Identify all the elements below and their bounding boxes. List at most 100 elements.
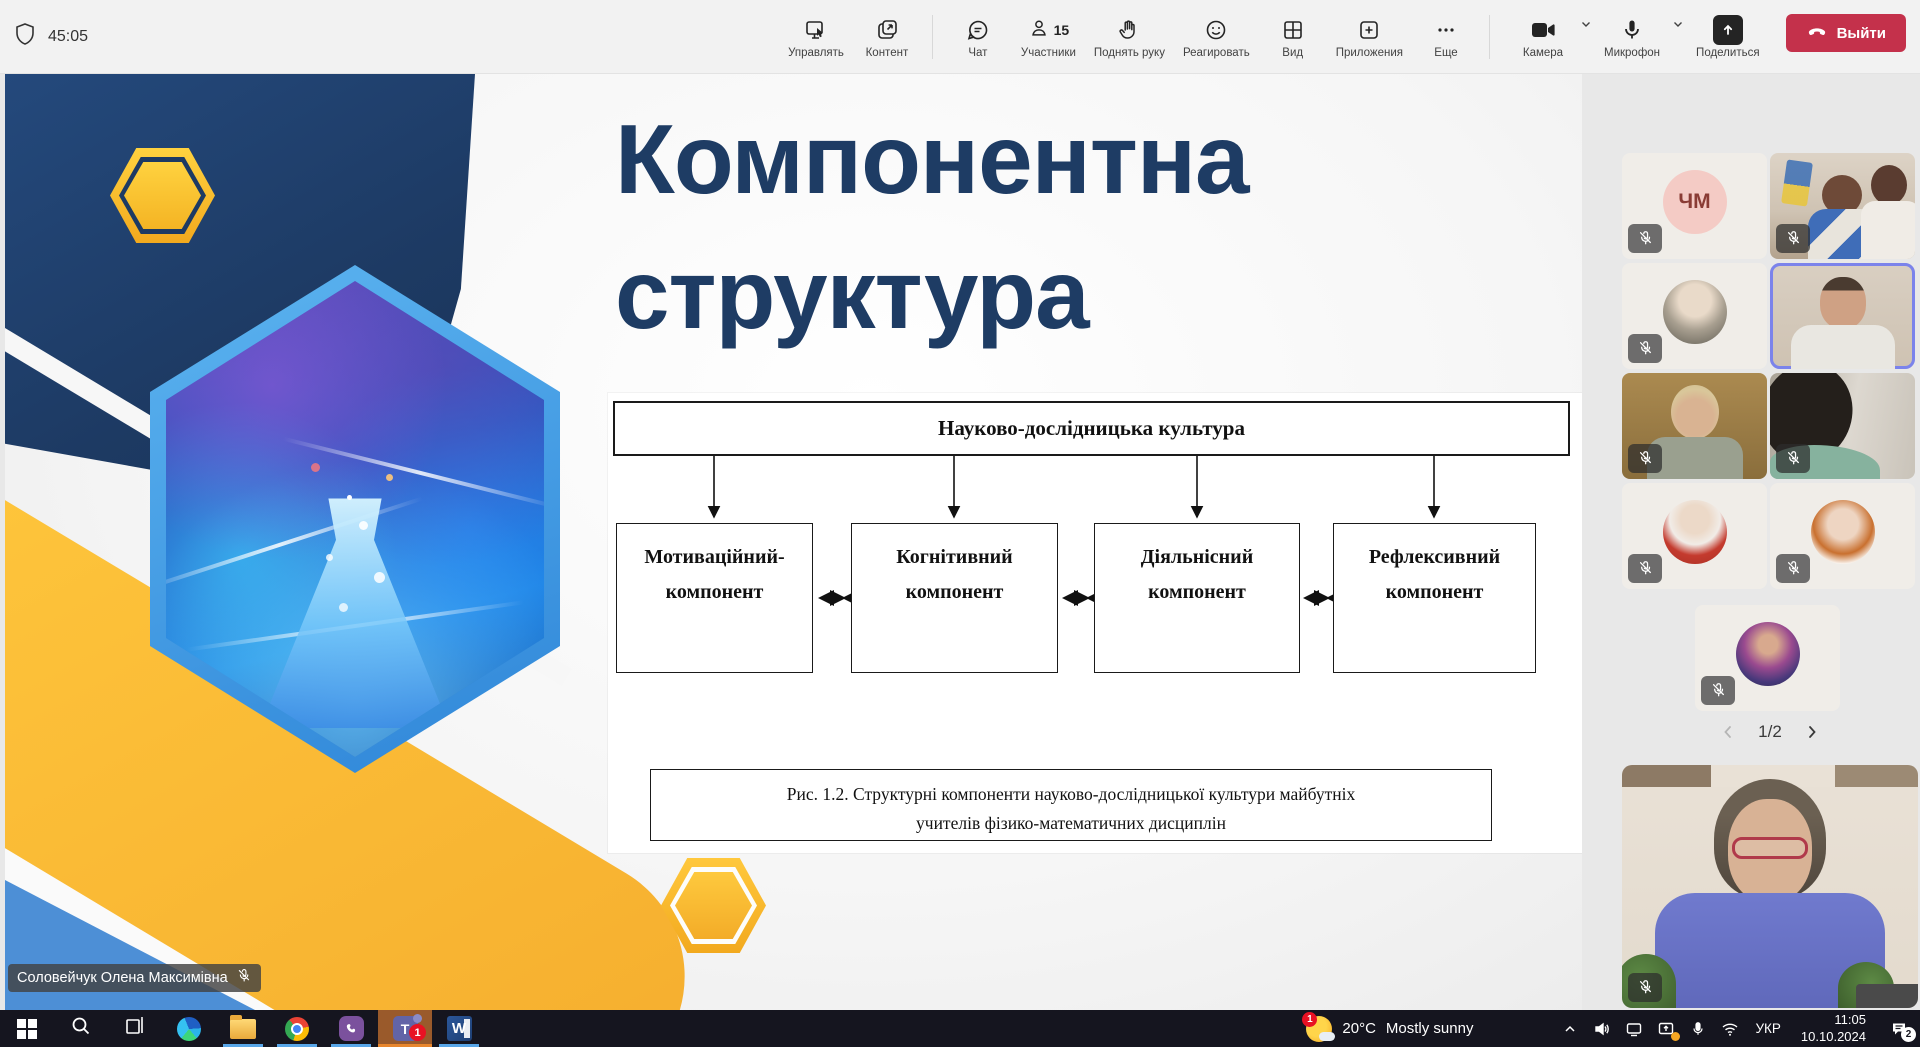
apps-label: Приложения bbox=[1335, 47, 1403, 59]
windows-logo-icon bbox=[17, 1018, 37, 1039]
toolbar-separator bbox=[1489, 14, 1490, 59]
language-indicator[interactable]: УКР bbox=[1747, 1010, 1788, 1047]
shared-presentation: Компонентна структура Науково-дослідниць… bbox=[5, 74, 1582, 1010]
figure-caption: Рис. 1.2. Структурні компоненти науково-… bbox=[650, 769, 1492, 841]
wifi-icon[interactable] bbox=[1715, 1010, 1745, 1047]
participant-tile-active-speaker[interactable] bbox=[1770, 263, 1915, 369]
diagram-component-box: Когнітивний компонент bbox=[851, 523, 1058, 673]
microphone-chevron-down-icon[interactable] bbox=[1672, 18, 1684, 33]
file-explorer-button[interactable] bbox=[216, 1010, 270, 1047]
microphone-button[interactable]: Микрофон bbox=[1596, 10, 1668, 63]
avatar-photo bbox=[1662, 499, 1727, 564]
participants-count: 15 bbox=[1053, 22, 1070, 38]
participant-tile-avatar[interactable] bbox=[1695, 605, 1840, 711]
viber-icon bbox=[338, 1016, 364, 1041]
weather-widget[interactable]: 1 20°C Mostly sunny bbox=[1294, 1010, 1485, 1047]
weather-desc: Mostly sunny bbox=[1385, 1020, 1474, 1037]
mic-off-badge bbox=[1776, 444, 1810, 473]
weather-temp: 20°C bbox=[1342, 1020, 1376, 1037]
view-button[interactable]: Вид bbox=[1260, 10, 1326, 63]
toolbar-center-controls: Управлять Контент Чат 15 Участники Подня… bbox=[780, 10, 1479, 63]
chat-button[interactable]: Чат bbox=[945, 10, 1011, 63]
presenter-name: Соловейчук Олена Максимівна bbox=[17, 970, 228, 986]
next-page-button[interactable] bbox=[1802, 722, 1822, 742]
participant-tile-video[interactable] bbox=[1770, 153, 1915, 259]
weather-badge: 1 bbox=[1302, 1011, 1318, 1027]
figure-caption-line2: учителів фізико-математичних дисциплін bbox=[916, 812, 1226, 833]
raise-hand-icon bbox=[1117, 16, 1141, 44]
task-view-icon bbox=[124, 1015, 146, 1042]
red-glasses bbox=[1732, 837, 1808, 859]
manage-monitor-cursor-icon bbox=[804, 16, 828, 44]
component-name: Рефлексивний bbox=[1368, 546, 1501, 568]
content-share-icon bbox=[875, 16, 899, 44]
mic-off-badge bbox=[1628, 224, 1662, 253]
hidden-icons-chevron[interactable] bbox=[1555, 1010, 1585, 1047]
diagram-component-box: Рефлексивний компонент bbox=[1333, 523, 1536, 673]
tray-microphone-icon[interactable] bbox=[1683, 1010, 1713, 1047]
share-button[interactable]: Поделиться bbox=[1688, 10, 1768, 63]
meeting-info: 45:05 bbox=[14, 22, 244, 51]
diagram-figure: Науково-дослідницька культура Мотиваційн… bbox=[608, 393, 1582, 853]
participants-button[interactable]: 15 Участники bbox=[1013, 10, 1084, 63]
viber-button[interactable] bbox=[324, 1010, 378, 1047]
chrome-button[interactable] bbox=[270, 1010, 324, 1047]
action-center-button[interactable]: 2 bbox=[1878, 1010, 1920, 1047]
participant-tile-initials[interactable]: ЧМ bbox=[1622, 153, 1767, 259]
flask-illustration bbox=[260, 498, 450, 729]
apps-button[interactable]: Приложения bbox=[1328, 10, 1411, 63]
prev-page-button[interactable] bbox=[1718, 722, 1738, 742]
search-button[interactable] bbox=[54, 1010, 108, 1047]
chat-label: Чат bbox=[968, 47, 988, 59]
word-icon: W bbox=[446, 1016, 472, 1041]
hangup-icon bbox=[1806, 20, 1828, 46]
camera-button[interactable]: Камера bbox=[1510, 10, 1576, 63]
more-button[interactable]: Еще bbox=[1413, 10, 1479, 63]
word-button[interactable]: W bbox=[432, 1010, 486, 1047]
system-tray: УКР 11:05 10.10.2024 2 bbox=[1555, 1010, 1920, 1047]
shield-icon[interactable] bbox=[14, 22, 36, 51]
teams-notification-badge: 1 bbox=[409, 1024, 426, 1041]
participant-tile-avatar[interactable] bbox=[1622, 483, 1767, 589]
manage-button[interactable]: Управлять bbox=[780, 10, 852, 63]
slide-title-line2: структура bbox=[615, 239, 1090, 350]
taskbar-right: 1 20°C Mostly sunny УКР 11:05 10.10.2024… bbox=[1294, 1010, 1920, 1047]
edge-button[interactable] bbox=[162, 1010, 216, 1047]
component-name: Діяльнісний bbox=[1140, 546, 1254, 568]
participants-label: Участники bbox=[1020, 47, 1076, 59]
participant-tile-video[interactable] bbox=[1622, 373, 1767, 479]
camera-label: Камера bbox=[1522, 47, 1564, 59]
component-name: компонент bbox=[1385, 581, 1484, 603]
participants-icon bbox=[1028, 16, 1050, 45]
presenter-video-tile[interactable] bbox=[1622, 765, 1918, 1008]
component-name: Когнітивний bbox=[896, 546, 1013, 568]
task-view-button[interactable] bbox=[108, 1010, 162, 1047]
taskbar-clock[interactable]: 11:05 10.10.2024 bbox=[1791, 1010, 1876, 1047]
participant-tile-video[interactable] bbox=[1770, 373, 1915, 479]
start-button[interactable] bbox=[0, 1010, 54, 1047]
file-explorer-icon bbox=[230, 1014, 256, 1039]
page-indicator: 1/2 bbox=[1758, 722, 1782, 741]
diagram-component-box: Діяльнісний компонент bbox=[1094, 523, 1300, 673]
camera-chevron-down-icon[interactable] bbox=[1580, 18, 1592, 33]
leave-button[interactable]: Выйти bbox=[1785, 14, 1906, 52]
participant-tile-avatar[interactable] bbox=[1622, 263, 1767, 369]
raise-hand-button[interactable]: Поднять руку bbox=[1086, 10, 1173, 63]
mic-off-badge bbox=[1628, 334, 1662, 363]
screen-share-indicator-icon[interactable] bbox=[1651, 1010, 1681, 1047]
leave-label: Выйти bbox=[1836, 24, 1886, 42]
component-name: компонент bbox=[1148, 581, 1246, 603]
react-button[interactable]: Реагировать bbox=[1175, 10, 1258, 63]
teams-button[interactable]: T 1 bbox=[378, 1010, 432, 1047]
volume-icon[interactable] bbox=[1587, 1010, 1617, 1047]
cast-device-icon[interactable] bbox=[1619, 1010, 1649, 1047]
content-button[interactable]: Контент bbox=[854, 10, 920, 63]
share-screen-icon bbox=[1712, 15, 1743, 45]
mic-off-badge bbox=[1628, 973, 1662, 1002]
avatar-initials-text: ЧМ bbox=[1678, 189, 1711, 213]
avatar-photo bbox=[1662, 279, 1727, 344]
component-name: компонент bbox=[905, 581, 1004, 603]
microphone-label: Микрофон bbox=[1604, 47, 1661, 59]
meeting-stage: Компонентна структура Науково-дослідниць… bbox=[0, 74, 1920, 1010]
participant-tile-avatar[interactable] bbox=[1770, 483, 1915, 589]
